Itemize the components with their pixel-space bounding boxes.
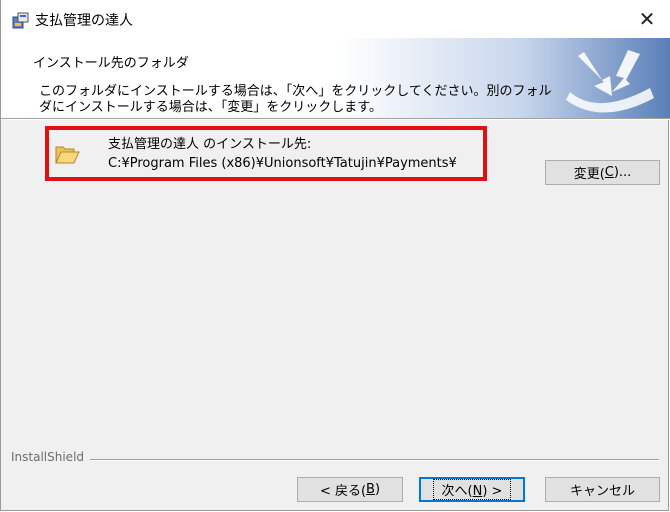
close-button[interactable]: ✕	[624, 0, 670, 38]
next-button[interactable]: 次へ(N) >	[419, 477, 525, 502]
destination-label: 支払管理の達人 のインストール先:	[108, 137, 312, 152]
back-button[interactable]: < 戻る(B)	[297, 477, 403, 502]
change-button-accel: C	[604, 165, 614, 180]
header-title: インストール先のフォルダ	[33, 56, 189, 71]
folder-open-icon	[55, 146, 80, 164]
back-button-accel: B	[366, 482, 375, 497]
destination-path: C:¥Program Files (x86)¥Unionsoft¥Tatujin…	[108, 156, 457, 171]
installshield-logo-icon	[566, 50, 654, 113]
footer-divider-highlight	[11, 460, 659, 461]
next-button-suffix: ) >	[482, 484, 503, 499]
change-button-prefix: 変更(	[573, 167, 605, 182]
cancel-button-label: キャンセル	[569, 484, 635, 499]
change-button-suffix: )...	[613, 165, 632, 180]
next-button-prefix: 次へ(	[441, 484, 473, 499]
window-title: 支払管理の達人	[35, 13, 133, 29]
cancel-button[interactable]: キャンセル	[545, 477, 660, 502]
header-banner: インストール先のフォルダ このフォルダにインストールする場合は、「次へ」をクリッ…	[1, 38, 670, 118]
next-button-focus: 次へ(N) >	[432, 479, 512, 500]
next-button-accel: N	[472, 484, 483, 499]
back-button-suffix: )	[374, 482, 381, 497]
header-divider-highlight	[1, 119, 670, 120]
back-button-prefix: < 戻る(	[319, 484, 367, 499]
installer-app-icon	[12, 12, 29, 29]
change-button[interactable]: 変更(C)...	[545, 160, 660, 185]
close-icon: ✕	[638, 7, 656, 31]
title-bar: 支払管理の達人 ✕	[1, 0, 670, 38]
header-description: このフォルダにインストールする場合は、「次へ」をクリックしてください。別のフォル…	[39, 84, 552, 115]
installshield-brand: InstallShield	[11, 450, 91, 464]
installer-window: 支払管理の達人 ✕ インストール先のフォルダ このフォルダにインストールする場合…	[0, 0, 670, 511]
